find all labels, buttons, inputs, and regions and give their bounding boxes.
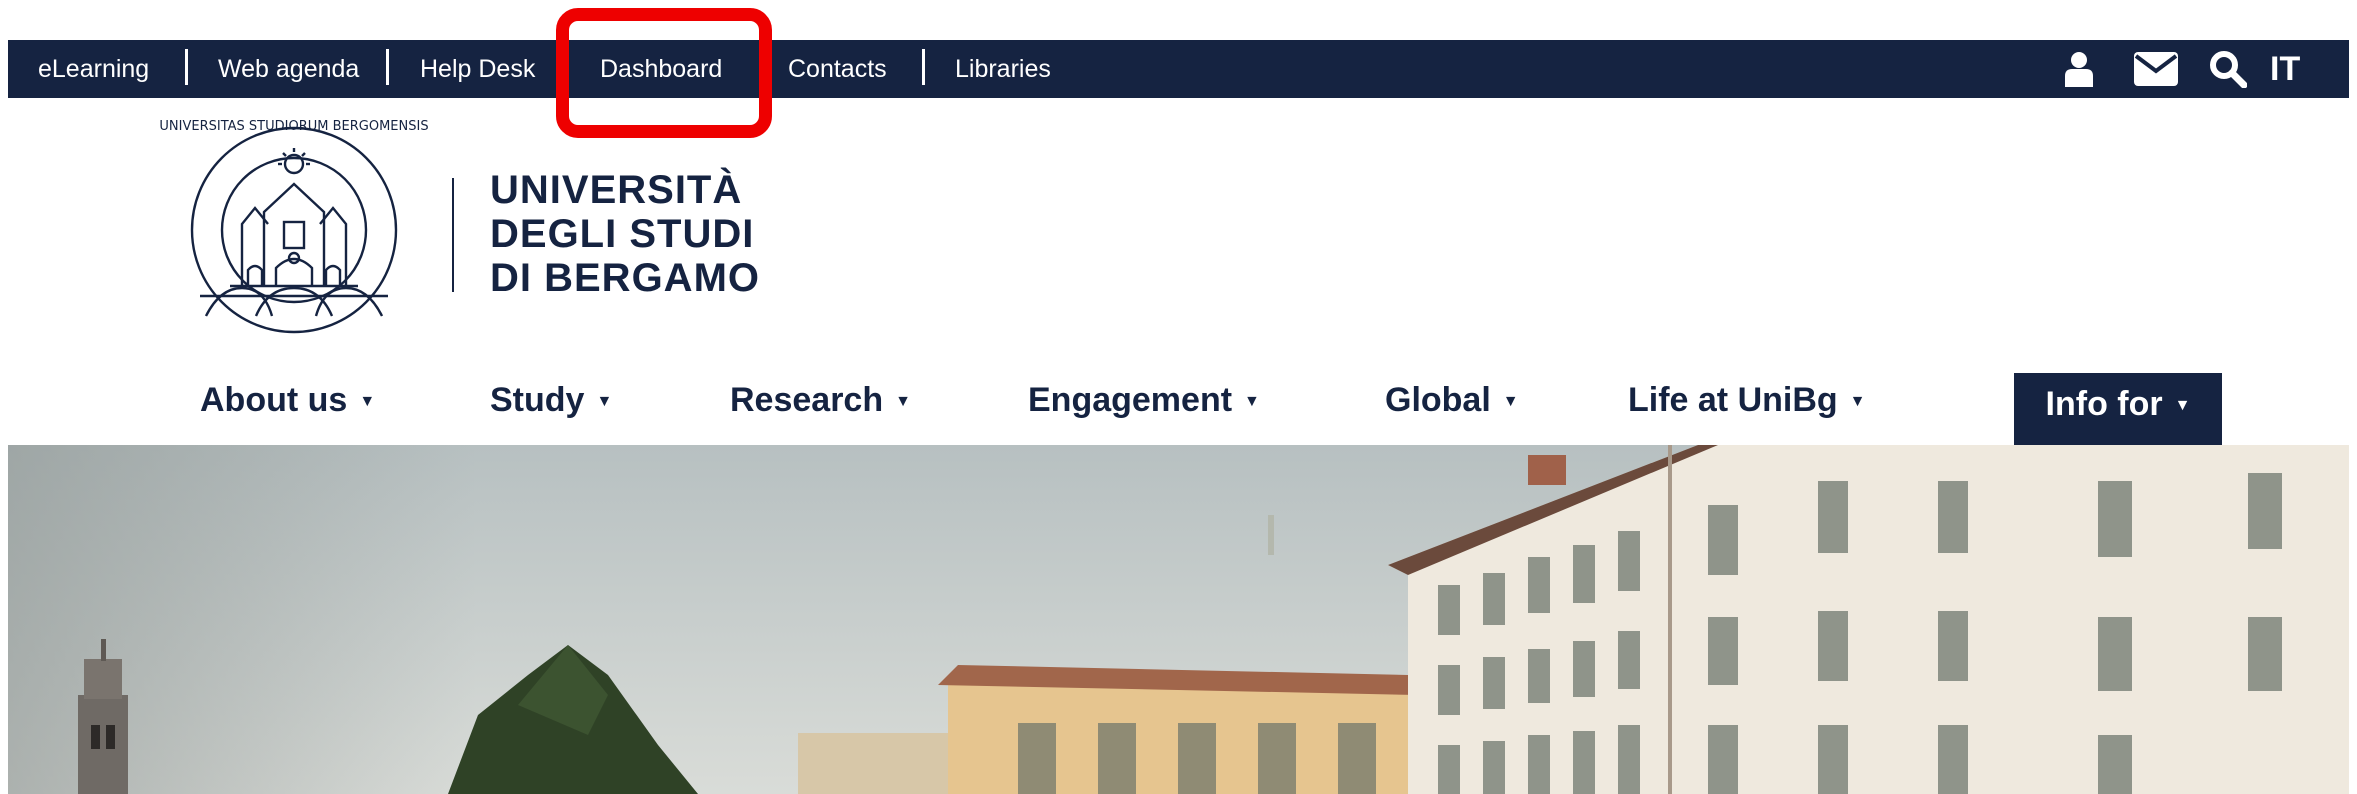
language-switch[interactable]: IT bbox=[2270, 40, 2300, 98]
nav-life-at-unibg[interactable]: Life at UniBg ▼ bbox=[1628, 372, 1866, 428]
nav-engagement[interactable]: Engagement ▼ bbox=[1028, 372, 1260, 428]
nav-life-at-unibg-label: Life at UniBg bbox=[1628, 381, 1838, 419]
nav-info-for[interactable]: Info for ▼ bbox=[2014, 373, 2222, 445]
caret-down-icon: ▼ bbox=[2174, 397, 2191, 415]
caret-down-icon: ▼ bbox=[1849, 393, 1866, 411]
libraries-link[interactable]: Libraries bbox=[955, 40, 1051, 98]
contacts-link[interactable]: Contacts bbox=[788, 40, 887, 98]
logo-divider bbox=[452, 178, 454, 292]
seal-motto: UNIVERSITAS STUDIORUM BERGOMENSIS bbox=[160, 119, 428, 134]
nav-info-for-label: Info for bbox=[2045, 385, 2163, 423]
university-name[interactable]: UNIVERSITÀ DEGLI STUDI DI BERGAMO bbox=[490, 168, 760, 300]
caret-down-icon: ▼ bbox=[359, 393, 376, 411]
nav-research[interactable]: Research ▼ bbox=[730, 372, 911, 428]
nav-study-label: Study bbox=[490, 381, 585, 419]
mail-icon[interactable] bbox=[2132, 40, 2180, 98]
nav-global[interactable]: Global ▼ bbox=[1385, 372, 1519, 428]
dashboard-link[interactable]: Dashboard bbox=[600, 40, 722, 98]
nav-about-us-label: About us bbox=[200, 381, 348, 419]
caret-down-icon: ▼ bbox=[1244, 393, 1260, 411]
elearning-link[interactable]: eLearning bbox=[38, 40, 149, 98]
hero-image bbox=[8, 445, 2349, 794]
nav-research-label: Research bbox=[730, 381, 884, 419]
nav-global-label: Global bbox=[1385, 381, 1491, 419]
nav-engagement-label: Engagement bbox=[1028, 381, 1233, 419]
caret-down-icon: ▼ bbox=[895, 393, 911, 411]
web-agenda-link[interactable]: Web agenda bbox=[218, 40, 359, 98]
caret-down-icon: ▼ bbox=[1502, 393, 1519, 411]
university-name-line-1: UNIVERSITÀ bbox=[490, 168, 743, 212]
university-name-line-2: DEGLI STUDI bbox=[490, 212, 755, 256]
user-icon[interactable] bbox=[2062, 40, 2096, 98]
university-seal-logo[interactable]: UNIVERSITAS STUDIORUM BERGOMENSIS bbox=[159, 112, 429, 352]
separator bbox=[922, 49, 925, 85]
nav-study[interactable]: Study ▼ bbox=[490, 372, 612, 428]
search-icon[interactable] bbox=[2206, 40, 2250, 98]
nav-about-us[interactable]: About us ▼ bbox=[200, 372, 375, 428]
top-utility-bar: eLearning Web agenda Help Desk Dashboard… bbox=[8, 40, 2349, 98]
help-desk-link[interactable]: Help Desk bbox=[420, 40, 535, 98]
separator bbox=[386, 49, 389, 85]
separator bbox=[185, 49, 188, 85]
university-name-line-3: DI BERGAMO bbox=[490, 256, 760, 300]
caret-down-icon: ▼ bbox=[596, 393, 613, 411]
